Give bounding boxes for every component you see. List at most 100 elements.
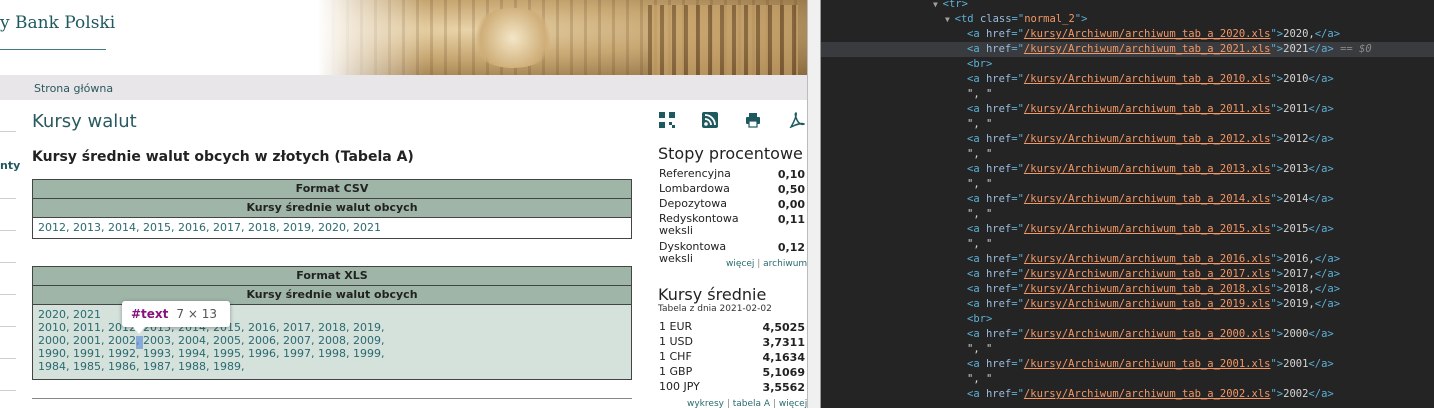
dom-node-line[interactable]: <a href="/kursy/Archiwum/archiwum_tab_a_…: [821, 132, 1434, 147]
year-link[interactable]: 1994: [178, 347, 206, 360]
dom-node-line[interactable]: <a href="/kursy/Archiwum/archiwum_tab_a_…: [821, 192, 1434, 207]
year-link[interactable]: 1997: [283, 347, 311, 360]
dom-node-line[interactable]: ", ": [821, 372, 1434, 387]
year-link[interactable]: 2005: [213, 334, 241, 347]
dom-text: 2000: [1283, 328, 1309, 340]
dom-tag: ">: [1270, 388, 1284, 400]
selected-marker: == $0: [1333, 43, 1372, 55]
more-link[interactable]: więcej: [779, 399, 807, 408]
year-link[interactable]: 2004: [178, 334, 206, 347]
year-link[interactable]: 1987: [143, 360, 171, 373]
year-link[interactable]: 2009: [353, 334, 381, 347]
year-link[interactable]: 1988: [178, 360, 206, 373]
year-link[interactable]: 2018: [248, 221, 276, 234]
year-link[interactable]: 1993: [143, 347, 171, 360]
pdf-icon[interactable]: [789, 112, 806, 129]
dom-node-line[interactable]: <a href="/kursy/Archiwum/archiwum_tab_a_…: [821, 102, 1434, 117]
table-a-link[interactable]: tabela A: [733, 399, 770, 408]
charts-link[interactable]: wykresy: [687, 399, 724, 408]
year-link[interactable]: 2008: [318, 334, 346, 347]
year-link[interactable]: 1990: [38, 347, 66, 360]
year-link[interactable]: 2020: [318, 221, 346, 234]
year-link[interactable]: 2015: [143, 221, 171, 234]
year-link[interactable]: 1984: [38, 360, 66, 373]
year-link[interactable]: 1998: [318, 347, 346, 360]
dom-tag: ">: [1270, 163, 1284, 175]
rss-icon[interactable]: [702, 112, 718, 128]
year-link[interactable]: 2013: [73, 221, 101, 234]
year-link[interactable]: 1995: [213, 347, 241, 360]
dom-text: 2015: [1283, 223, 1309, 235]
dom-tag: ">: [1270, 223, 1284, 235]
print-icon[interactable]: [745, 112, 761, 128]
dom-node-line[interactable]: <br>: [821, 57, 1434, 72]
year-link[interactable]: 2019: [283, 221, 311, 234]
year-link[interactable]: 1986: [108, 360, 136, 373]
dom-node-line[interactable]: <a href="/kursy/Archiwum/archiwum_tab_a_…: [821, 327, 1434, 342]
banner-decoration: [648, 5, 798, 75]
year-link[interactable]: 2019: [353, 321, 381, 334]
home-link[interactable]: Strona główna: [34, 82, 113, 95]
panel-splitter[interactable]: [807, 0, 821, 408]
dom-tag: =": [1011, 13, 1025, 25]
dom-node-line[interactable]: ", ": [821, 177, 1434, 192]
year-link[interactable]: 2017: [283, 321, 311, 334]
year-link[interactable]: 2007: [283, 334, 311, 347]
dom-node-line[interactable]: ▼ <td class="normal_2">: [821, 12, 1434, 27]
year-link[interactable]: 1996: [248, 347, 276, 360]
year-link[interactable]: 2010: [38, 321, 66, 334]
dom-node-line[interactable]: ", ": [821, 147, 1434, 162]
year-link[interactable]: 2002: [108, 334, 136, 347]
year-link[interactable]: 2001: [73, 334, 101, 347]
dom-node-line[interactable]: <br>: [821, 312, 1434, 327]
dom-node-line[interactable]: ", ": [821, 117, 1434, 132]
dom-node-line[interactable]: <a href="/kursy/Archiwum/archiwum_tab_a_…: [821, 357, 1434, 372]
year-link[interactable]: 1992: [108, 347, 136, 360]
year-link[interactable]: 1989: [213, 360, 241, 373]
dom-node-line[interactable]: <a href="/kursy/Archiwum/archiwum_tab_a_…: [821, 42, 1434, 57]
dom-node-line[interactable]: ", ": [821, 237, 1434, 252]
dom-node-line[interactable]: ", ": [821, 207, 1434, 222]
dom-tag: =": [1011, 388, 1024, 400]
year-link[interactable]: 2016: [178, 221, 206, 234]
year-link[interactable]: 2021: [73, 308, 101, 321]
dom-tag: <br>: [967, 58, 993, 70]
year-link[interactable]: 2006: [248, 334, 276, 347]
year-link[interactable]: 1985: [73, 360, 101, 373]
dom-node-line[interactable]: <a href="/kursy/Archiwum/archiwum_tab_a_…: [821, 72, 1434, 87]
dom-node-line[interactable]: <a href="/kursy/Archiwum/archiwum_tab_a_…: [821, 267, 1434, 282]
dom-node-line[interactable]: ", ": [821, 87, 1434, 102]
year-link[interactable]: 2014: [108, 221, 136, 234]
year-link[interactable]: 2016: [248, 321, 276, 334]
qr-code-icon[interactable]: [659, 112, 675, 128]
year-link[interactable]: 2003: [143, 334, 171, 347]
dom-node-line[interactable]: <a href="/kursy/Archiwum/archiwum_tab_a_…: [821, 222, 1434, 237]
archive-link[interactable]: archiwum: [763, 259, 807, 269]
more-link[interactable]: więcej: [726, 259, 754, 269]
dom-tag: </a>: [1308, 133, 1334, 145]
year-link[interactable]: 2020: [38, 308, 66, 321]
dom-node-line[interactable]: <a href="/kursy/Archiwum/archiwum_tab_a_…: [821, 297, 1434, 312]
dom-tag: <a: [967, 283, 986, 295]
sidebar-item-label[interactable]: nty: [0, 159, 20, 172]
bank-logo-title[interactable]: y Bank Polski: [0, 13, 115, 33]
dom-attr-name: href: [985, 223, 1012, 235]
year-link[interactable]: 2018: [318, 321, 346, 334]
table-format-header: Format CSV: [33, 180, 631, 199]
year-link[interactable]: 1999: [353, 347, 381, 360]
dom-node-line[interactable]: <a href="/kursy/Archiwum/archiwum_tab_a_…: [821, 282, 1434, 297]
dom-node-line[interactable]: ", ": [821, 342, 1434, 357]
year-link[interactable]: 2021: [353, 221, 381, 234]
dom-node-line[interactable]: <a href="/kursy/Archiwum/archiwum_tab_a_…: [821, 162, 1434, 177]
year-link[interactable]: 2000: [38, 334, 66, 347]
year-link[interactable]: 1991: [73, 347, 101, 360]
dom-node-line[interactable]: ▼ <tr>: [821, 0, 1434, 12]
year-link[interactable]: 2011: [73, 321, 101, 334]
rate-label: Depozytowa: [659, 197, 728, 210]
year-link[interactable]: 2017: [213, 221, 241, 234]
dom-node-line[interactable]: <a href="/kursy/Archiwum/archiwum_tab_a_…: [821, 387, 1434, 402]
year-link[interactable]: 2012: [38, 221, 66, 234]
dom-node-line[interactable]: <a href="/kursy/Archiwum/archiwum_tab_a_…: [821, 252, 1434, 267]
dom-node-line[interactable]: <a href="/kursy/Archiwum/archiwum_tab_a_…: [821, 27, 1434, 42]
dom-tag: ">: [1270, 328, 1284, 340]
